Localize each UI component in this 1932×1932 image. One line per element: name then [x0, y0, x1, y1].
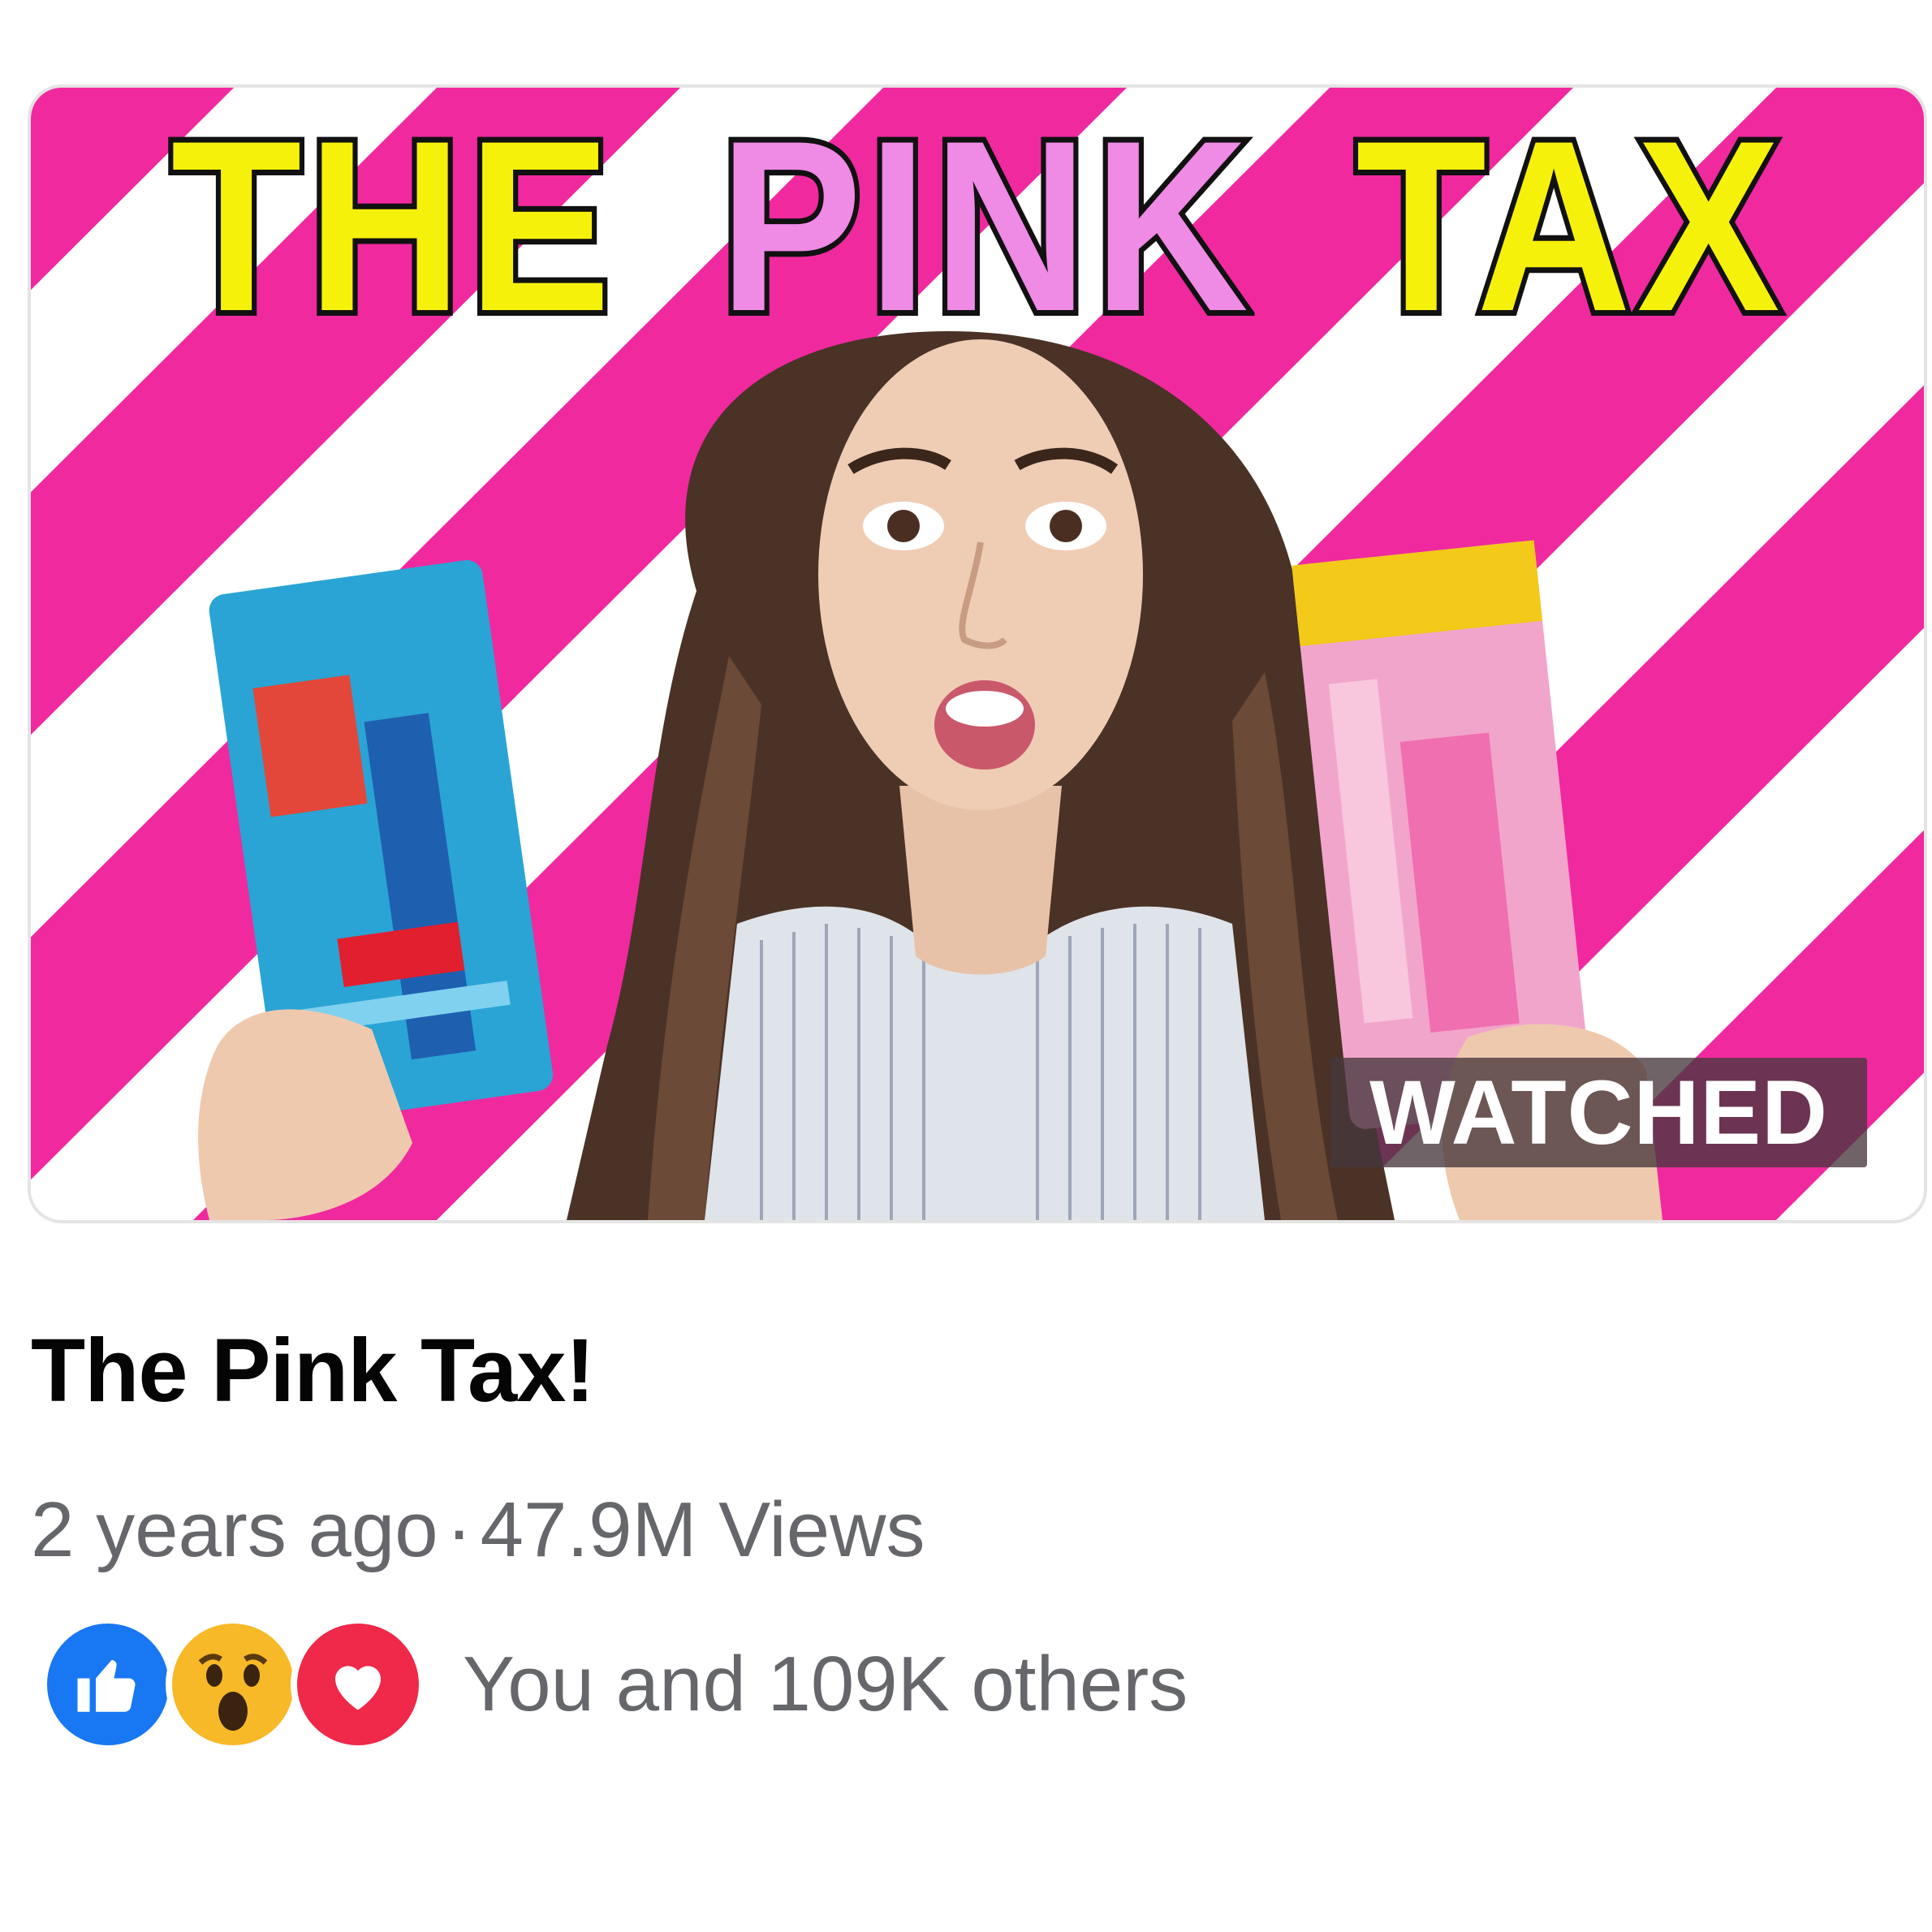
- headline-word-pink: PINK: [714, 89, 1254, 362]
- video-meta: 2 years ago · 47.9M Views: [31, 1486, 925, 1575]
- video-thumbnail[interactable]: THE PINK TAX WATCHED: [31, 88, 1924, 1220]
- like-icon: [41, 1617, 175, 1752]
- headline-word-the: THE: [166, 89, 617, 362]
- reactions-text: You and 109K others: [463, 1641, 1188, 1727]
- reactions-summary[interactable]: You and 109K others: [41, 1617, 1188, 1752]
- view-count: 47.9M Views: [480, 1486, 925, 1573]
- watched-badge: WATCHED: [1330, 1058, 1867, 1167]
- love-icon: [291, 1617, 425, 1752]
- meta-separator: ·: [446, 1486, 472, 1573]
- thumbnail-headline: THE PINK TAX: [31, 89, 1924, 362]
- video-age: 2 years ago: [31, 1486, 438, 1573]
- headline-word-tax: TAX: [1350, 89, 1786, 362]
- video-title[interactable]: The Pink Tax!: [31, 1319, 595, 1422]
- wow-icon: [166, 1617, 300, 1752]
